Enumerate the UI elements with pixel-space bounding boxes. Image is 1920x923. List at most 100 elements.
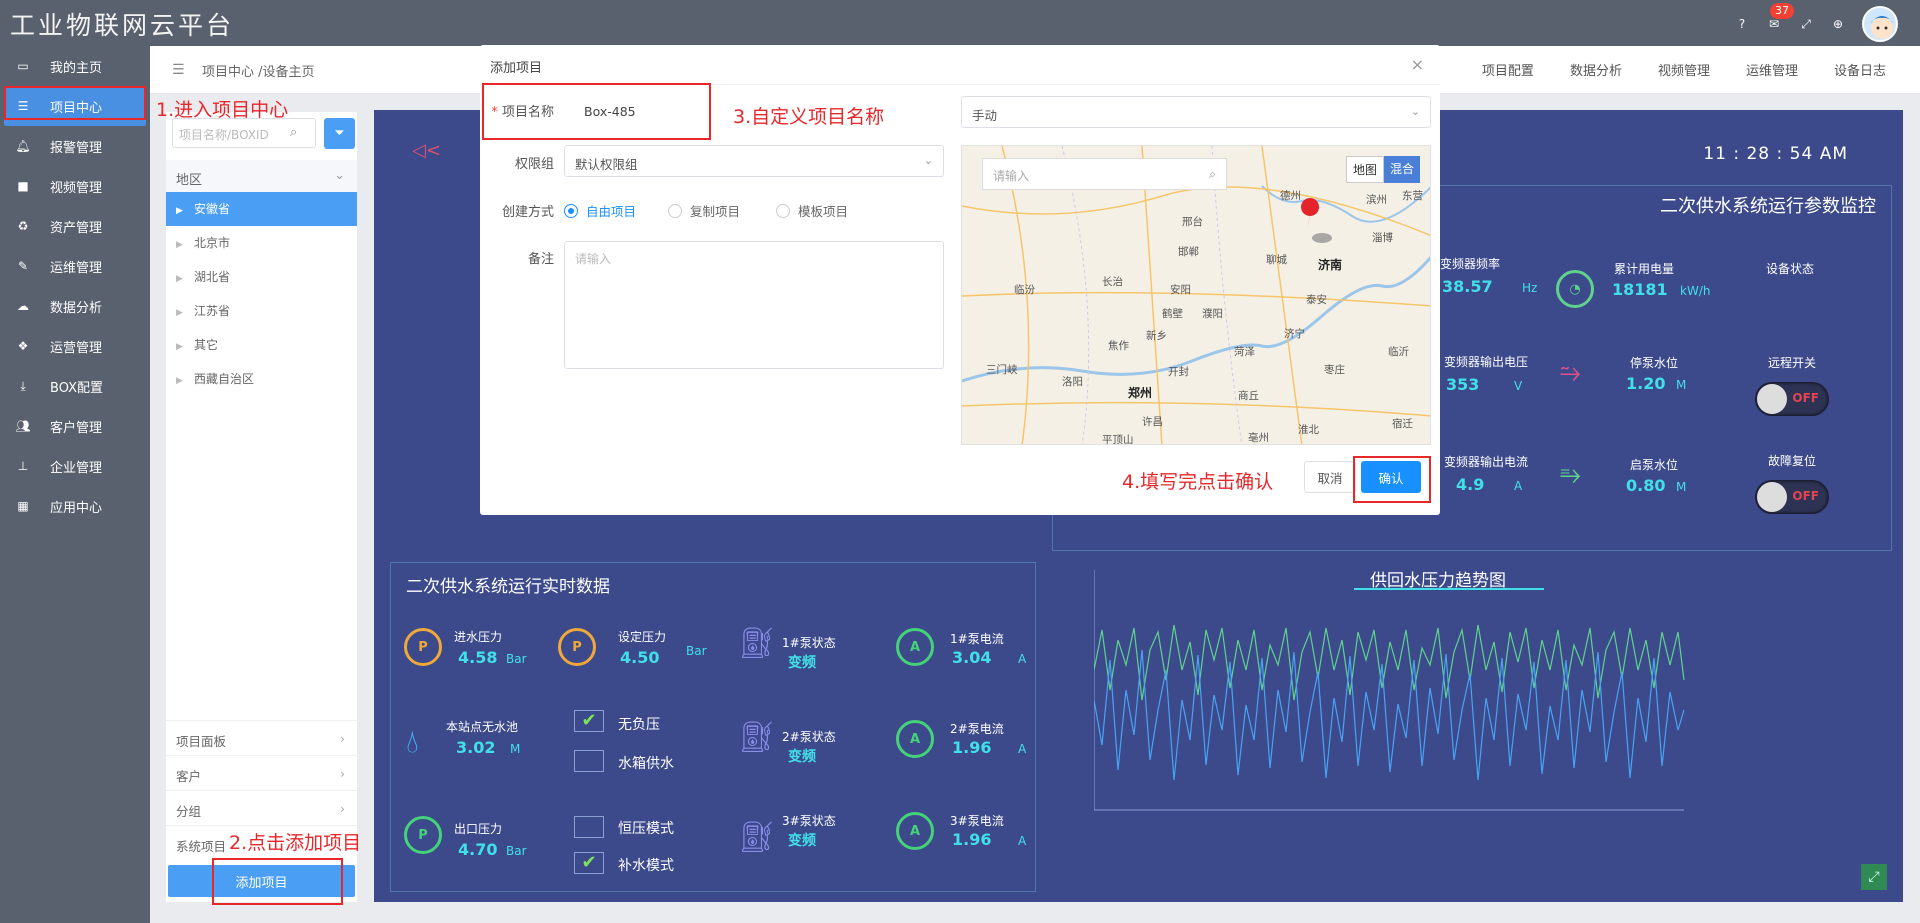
help-icon[interactable]: ?	[1734, 16, 1750, 32]
nav-ops[interactable]: 运维管理	[1746, 60, 1798, 79]
radio-free-project[interactable]: 自由项目	[564, 201, 636, 220]
sidebar-item-home[interactable]: ▭ 我的主页	[0, 46, 150, 86]
map-city: 焦作	[1108, 340, 1129, 352]
sidebar-item-alarm[interactable]: 🔔︎ 报警管理	[0, 126, 150, 166]
set-pressure-gauge-icon: P	[558, 628, 596, 666]
sidebar-item-video[interactable]: ■ 视频管理	[0, 166, 150, 206]
pump1-state: 变频	[788, 655, 816, 671]
mail-icon[interactable]: ✉ 37	[1766, 3, 1794, 32]
radio-copy-project[interactable]: 复制项目	[668, 201, 740, 220]
toggle-state: OFF	[1792, 489, 1819, 503]
water-drop-icon: 💧︎	[406, 722, 419, 760]
remote-switch-toggle[interactable]: OFF	[1755, 382, 1829, 416]
permission-group-select[interactable]: 默认权限组 ⌄	[564, 145, 944, 177]
map-search-placeholder: 请输入	[993, 169, 1030, 183]
accordion-project-panel[interactable]: 项目面板 ›	[166, 720, 357, 755]
trend-up-icon: ⥲	[1560, 358, 1581, 388]
globe-icon[interactable]: ⊕	[1830, 16, 1846, 32]
set-pressure-value: 4.50	[620, 648, 660, 667]
reset-label: 故障复位	[1768, 454, 1817, 468]
search-icon[interactable]: ⌕	[290, 125, 297, 140]
region-header[interactable]: 地区 ⌄	[166, 160, 357, 192]
recycle-icon: ♻	[17, 219, 29, 233]
sidebar-item-operations[interactable]: ❖ 运营管理	[0, 326, 150, 366]
sidebar-item-apps[interactable]: ▦ 应用中心	[0, 486, 150, 526]
project-tree-panel: 项目名称/BOXID ⌕ ⏷ 地区 ⌄ ▶ 安徽省 ▶ 北京市 ▶ 湖北省 ▶ 江苏省 ▶…	[166, 112, 357, 902]
in-pressure-label: 进水压力	[454, 630, 503, 644]
sidebar-item-ops[interactable]: ✎ 运维管理	[0, 246, 150, 286]
cancel-button[interactable]: 取消	[1304, 461, 1356, 493]
permission-group-value: 默认权限组	[575, 157, 638, 172]
radio-dot	[776, 203, 790, 218]
sidebar-item-enterprise[interactable]: ⊥ 企业管理	[0, 446, 150, 486]
sidebar-item-customers[interactable]: 👥︎ 客户管理	[0, 406, 150, 446]
tree-item-jiangsu[interactable]: ▶ 江苏省	[166, 294, 357, 328]
annotation-step2: 2.点击添加项目	[229, 832, 362, 854]
sidebar-item-box-config[interactable]: ⤓ BOX配置	[0, 366, 150, 406]
out-pressure-label: 出口压力	[454, 822, 503, 836]
chevron-right-icon: ›	[340, 731, 345, 746]
out-pressure-value: 4.70	[458, 840, 498, 859]
remote-label: 远程开关	[1768, 356, 1817, 370]
supplement-mode-checkbox[interactable]: ✔	[574, 852, 604, 874]
accordion-group[interactable]: 分组 ›	[166, 790, 357, 825]
sidebar-item-analysis[interactable]: ☁ 数据分析	[0, 286, 150, 326]
dialog-title: 添加项目	[490, 61, 543, 76]
map-tab-hybrid[interactable]: 混合	[1383, 156, 1420, 183]
map-city: 长治	[1102, 276, 1123, 288]
accordion-label: 客户	[176, 769, 202, 784]
caret-right-icon: ▶	[176, 308, 183, 318]
tree-item-hubei[interactable]: ▶ 湖北省	[166, 260, 357, 294]
constant-pressure-checkbox[interactable]	[574, 816, 604, 838]
search-icon[interactable]: ⌕	[1209, 167, 1216, 182]
permission-label: 权限组	[514, 157, 554, 172]
map-city: 濮阳	[1202, 308, 1223, 320]
map-tab-map[interactable]: 地图	[1345, 156, 1384, 183]
map-search-input[interactable]: 请输入 ⌕	[982, 158, 1227, 190]
pump1-current-gauge-icon: A	[896, 628, 934, 666]
note-textarea[interactable]: 请输入	[564, 241, 944, 369]
pump1-current-label: 1#泵电流	[950, 632, 1004, 646]
map-city: 淄博	[1372, 232, 1393, 244]
tree-item-other[interactable]: ▶ 其它	[166, 328, 357, 362]
energy-value: 18181	[1612, 280, 1668, 299]
avatar[interactable]	[1862, 6, 1898, 42]
top-bar: 工业物联网云平台 ? ✉ 37 ⤢ ⊕	[0, 0, 1920, 46]
tree-item-anhui[interactable]: ▶ 安徽省	[166, 192, 357, 226]
nav-data-analysis[interactable]: 数据分析	[1570, 60, 1622, 79]
volt-value: 353	[1446, 375, 1480, 394]
map-city: 枣庄	[1324, 364, 1345, 376]
top-nav: 项目配置 数据分析 视频管理 运维管理 设备日志	[1482, 60, 1886, 79]
expand-icon[interactable]: ⤢	[1861, 864, 1887, 890]
tree-item-label: 西藏自治区	[194, 372, 255, 386]
nav-video[interactable]: 视频管理	[1658, 60, 1710, 79]
nav-device-log[interactable]: 设备日志	[1834, 60, 1886, 79]
pump3-label: 3#泵状态	[782, 814, 836, 828]
location-map[interactable]: 请输入 ⌕ 地图 混合 德州 滨州 东营 邢台 淄博 邯郸 聊城 济南 临汾 长治…	[961, 145, 1431, 445]
filter-button[interactable]: ⏷	[324, 118, 355, 149]
radio-template-project[interactable]: 模板项目	[776, 201, 848, 220]
sidebar-item-assets[interactable]: ♻ 资产管理	[0, 206, 150, 246]
tank-supply-checkbox[interactable]	[574, 750, 604, 772]
nav-project-config[interactable]: 项目配置	[1482, 60, 1534, 79]
sidebar: ▭ 我的主页 ☰ 项目中心 🔔︎ 报警管理 ■ 视频管理 ♻ 资产管理 ✎ 运维管理 ☁ 数据…	[0, 46, 150, 923]
map-city: 洛阳	[1062, 376, 1083, 388]
close-icon[interactable]: ×	[1411, 55, 1424, 74]
chevron-right-icon: ›	[340, 766, 345, 781]
note-label: 备注	[527, 252, 554, 267]
map-city: 三门峡	[986, 364, 1018, 376]
tree-item-tibet[interactable]: ▶ 西藏自治区	[166, 362, 357, 396]
fault-reset-toggle[interactable]: OFF	[1755, 480, 1829, 514]
supplement-mode-label: 补水模式	[618, 858, 674, 874]
tree-item-beijing[interactable]: ▶ 北京市	[166, 226, 357, 260]
mode-select[interactable]: 手动 ⌄	[961, 96, 1431, 128]
fullscreen-icon[interactable]: ⤢	[1798, 16, 1814, 32]
pump3-current-unit: A	[1018, 834, 1027, 848]
menu-toggle-icon[interactable]: ☰	[172, 62, 185, 78]
map-city: 开封	[1168, 366, 1189, 378]
no-negative-checkbox[interactable]: ✔	[574, 710, 604, 732]
radio-label: 自由项目	[586, 204, 637, 219]
map-city: 滨州	[1366, 194, 1387, 206]
accordion-customer[interactable]: 客户 ›	[166, 755, 357, 790]
curr-value: 4.9	[1456, 475, 1485, 494]
